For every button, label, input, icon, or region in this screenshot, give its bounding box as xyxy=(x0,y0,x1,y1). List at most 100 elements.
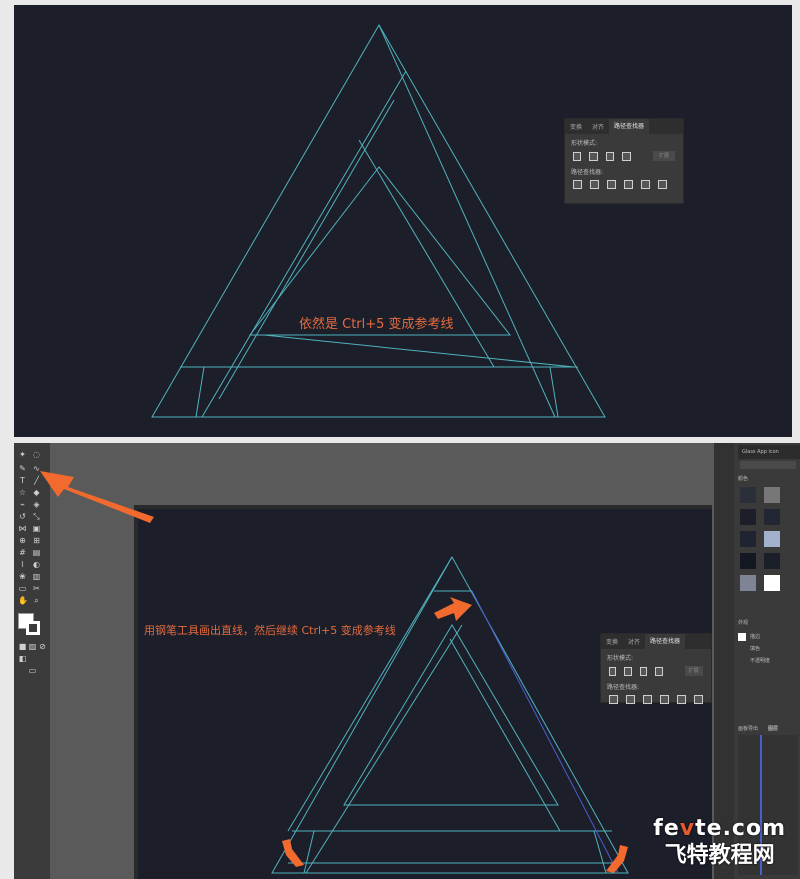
lasso-icon[interactable]: ◌ xyxy=(32,451,41,459)
screen-mode-icon[interactable]: ▭ xyxy=(28,667,37,675)
swatch[interactable] xyxy=(740,509,756,525)
intersect-icon[interactable] xyxy=(605,151,615,161)
swatch[interactable] xyxy=(764,509,780,525)
width-icon[interactable]: ⋈ xyxy=(18,525,27,533)
blend-icon[interactable]: ◐ xyxy=(32,561,41,569)
pathfinder-panel: 变换 对齐 路径查找器 形状模式: 扩展 路径查找器: xyxy=(564,118,684,204)
guide-line xyxy=(201,70,407,418)
gradient-mode-icon[interactable]: ▨ xyxy=(28,643,37,651)
outline-icon[interactable] xyxy=(641,180,650,189)
minus-back-icon[interactable] xyxy=(658,180,667,189)
tab-layers[interactable]: 图层 xyxy=(768,725,778,732)
crop-icon[interactable] xyxy=(660,695,669,704)
perspective-icon[interactable]: ⊞ xyxy=(32,537,41,545)
guide-line xyxy=(449,638,561,832)
pathfinder-tabs: 变换 对齐 路径查找器 xyxy=(601,634,711,649)
swatch[interactable] xyxy=(740,531,756,547)
tab-pathfinder[interactable]: 路径查找器 xyxy=(609,119,650,134)
shape-builder-icon[interactable]: ⊕ xyxy=(18,537,27,545)
minus-front-icon[interactable] xyxy=(589,151,598,161)
appearance-fill-label: 填色 xyxy=(750,646,761,652)
intersect-icon[interactable] xyxy=(639,666,648,676)
eraser-icon[interactable]: ◈ xyxy=(32,501,41,509)
color-mode-icon[interactable]: ■ xyxy=(18,643,27,651)
tab-align[interactable]: 对齐 xyxy=(623,637,645,646)
appearance-stroke-label: 描边 xyxy=(750,634,761,640)
pathfinders-label: 路径查找器: xyxy=(607,684,640,691)
guide-line xyxy=(287,556,453,832)
zoom-icon[interactable]: ⌕ xyxy=(32,597,41,605)
guide-line xyxy=(358,139,495,368)
hand-icon[interactable]: ✋ xyxy=(18,597,28,605)
star-icon[interactable]: ☆ xyxy=(18,489,27,497)
tab-transform[interactable]: 变换 xyxy=(601,637,623,646)
swatch[interactable] xyxy=(764,487,780,503)
tab-transform[interactable]: 变换 xyxy=(565,122,587,131)
exclude-icon[interactable] xyxy=(655,666,663,676)
eyedropper-icon[interactable]: ⌇ xyxy=(18,561,27,569)
appearance-opacity-label: 不透明度 xyxy=(750,658,771,664)
inner-triangle xyxy=(343,624,559,806)
shape-modes-row: 扩展 xyxy=(601,664,711,678)
outline-icon[interactable] xyxy=(677,695,686,704)
appearance-swatch xyxy=(738,633,746,641)
trim-icon[interactable] xyxy=(590,180,599,189)
slice-icon[interactable]: ✂ xyxy=(32,585,41,593)
pen-tool-icon[interactable]: ✎ xyxy=(18,465,27,473)
tab-align[interactable]: 对齐 xyxy=(587,122,609,131)
document-title: Glass App icon xyxy=(738,445,800,459)
top-guides xyxy=(151,24,606,418)
divide-icon[interactable] xyxy=(573,180,582,189)
curvature-icon[interactable]: ∿ xyxy=(32,465,41,473)
shape-modes-row: 扩展 xyxy=(565,149,683,163)
swatch-search-input[interactable] xyxy=(740,461,796,469)
symbol-sprayer-icon[interactable]: ❀ xyxy=(18,573,27,581)
none-mode-icon[interactable]: ⊘ xyxy=(38,643,47,651)
panel-icons-column xyxy=(714,443,734,879)
exclude-icon[interactable] xyxy=(622,151,631,161)
gradient-icon[interactable]: ▤ xyxy=(32,549,41,557)
tab-artboard-export[interactable]: 画板导出 xyxy=(738,725,758,732)
free-transform-icon[interactable]: ▣ xyxy=(32,525,41,533)
tab-pathfinder[interactable]: 路径查找器 xyxy=(645,634,686,649)
swatch[interactable] xyxy=(764,553,780,569)
trim-icon[interactable] xyxy=(626,695,635,704)
magic-wand-icon[interactable]: ✦ xyxy=(18,451,27,459)
top-canvas: 依然是 Ctrl+5 变成参考线 变换 对齐 路径查找器 形状模式: 扩展 路径… xyxy=(14,5,792,437)
brush-icon[interactable]: ◆ xyxy=(32,489,41,497)
swatch[interactable] xyxy=(764,531,780,547)
divide-icon[interactable] xyxy=(609,695,618,704)
line-tool-icon[interactable]: ╱ xyxy=(32,477,41,485)
merge-icon[interactable] xyxy=(607,180,616,189)
pathfinder-tabs: 变换 对齐 路径查找器 xyxy=(565,119,683,134)
minus-back-icon[interactable] xyxy=(694,695,703,704)
unite-icon[interactable] xyxy=(609,666,617,676)
expand-button[interactable]: 扩展 xyxy=(684,666,704,676)
guide-line xyxy=(218,99,395,400)
artboard-tool-icon[interactable]: ▭ xyxy=(18,585,27,593)
scale-icon[interactable]: ⤡ xyxy=(32,513,41,521)
guide-line xyxy=(378,24,556,418)
swatch[interactable] xyxy=(740,553,756,569)
outer-triangle xyxy=(151,24,606,418)
merge-icon[interactable] xyxy=(643,695,652,704)
mesh-icon[interactable]: # xyxy=(18,549,27,557)
inner-triangle xyxy=(248,166,512,336)
swatch[interactable] xyxy=(740,487,756,503)
outer-triangle xyxy=(271,555,629,874)
graph-icon[interactable]: ▥ xyxy=(32,573,41,581)
expand-button[interactable]: 扩展 xyxy=(652,151,676,161)
guide-line xyxy=(305,624,463,874)
guide-line xyxy=(263,334,575,368)
pathfinder-panel-2: 变换 对齐 路径查找器 形状模式: 扩展 路径查找器: xyxy=(600,633,712,704)
unite-icon[interactable] xyxy=(573,151,582,161)
crop-icon[interactable] xyxy=(624,180,633,189)
swatch[interactable] xyxy=(740,575,756,591)
shaper-icon[interactable]: ⌁ xyxy=(18,501,27,509)
minus-front-icon[interactable] xyxy=(624,666,632,676)
rotate-icon[interactable]: ↺ xyxy=(18,513,27,521)
type-tool-icon[interactable]: T xyxy=(18,477,27,485)
swatch[interactable] xyxy=(764,575,780,591)
stroke-swatch[interactable] xyxy=(26,621,40,635)
draw-mode-icon[interactable]: ◧ xyxy=(18,655,27,663)
